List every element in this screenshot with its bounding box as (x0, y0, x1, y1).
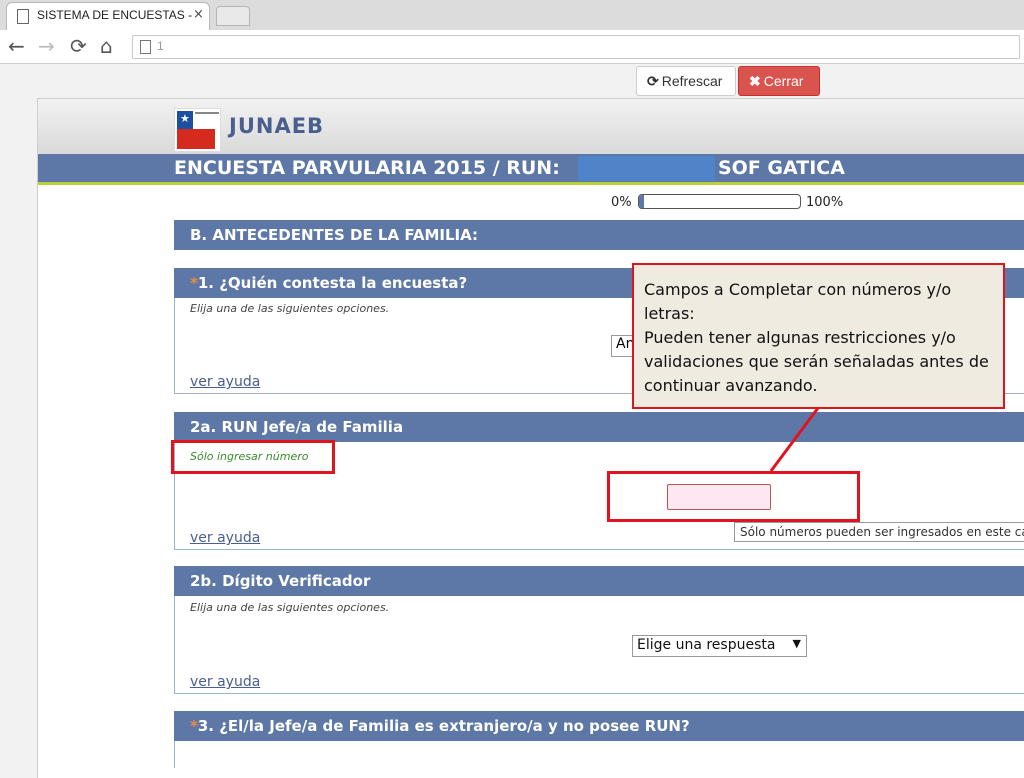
address-url: 1 (157, 39, 164, 53)
close-button[interactable]: ✖ Cerrar (738, 66, 820, 96)
reload-icon[interactable]: ⟳ (70, 34, 87, 58)
progress-bar (638, 194, 801, 209)
survey-title: ENCUESTA PARVULARIA 2015 / RUN: (174, 157, 560, 179)
annotation-help-highlight (171, 440, 335, 474)
question-2b-title: 2b. Dígito Verificador (190, 572, 371, 590)
question-1-help-link[interactable]: ver ayuda (190, 374, 260, 390)
callout-line: letras: (644, 304, 695, 323)
question-3-body (174, 741, 1024, 768)
brand-name: JUNAEB (229, 114, 325, 138)
section-header: B. ANTECEDENTES DE LA FAMILIA: (174, 220, 1024, 250)
forward-arrow-icon[interactable]: → (38, 34, 55, 58)
browser-tab[interactable]: SISTEMA DE ENCUESTAS - × (6, 2, 210, 30)
progress-fill (639, 195, 644, 208)
callout-line: validaciones que serán señaladas antes d… (644, 352, 989, 371)
refresh-icon: ⟳ (647, 73, 659, 89)
question-1-help: Elija una de las siguientes opciones. (190, 302, 390, 315)
verifier-digit-selected: Elige una respuesta (637, 637, 776, 653)
close-icon[interactable]: × (193, 7, 204, 22)
question-2a-title: 2a. RUN Jefe/a de Familia (190, 418, 404, 436)
question-2a-help-link[interactable]: ver ayuda (190, 530, 260, 546)
progress-max-label: 100% (806, 195, 844, 210)
browser-tab-title: SISTEMA DE ENCUESTAS - (37, 8, 193, 22)
close-button-label: Cerrar (763, 73, 804, 89)
question-3-header: *3. ¿El/la Jefe/a de Familia es extranje… (174, 711, 1024, 741)
address-bar[interactable]: 1 (132, 35, 1020, 59)
annotation-input-highlight (607, 471, 860, 522)
back-arrow-icon[interactable]: ← (8, 34, 25, 58)
callout-line: Campos a Completar con números y/o (644, 280, 952, 299)
new-tab-button[interactable] (216, 6, 250, 26)
validation-tooltip: Sólo números pueden ser ingresados en es… (734, 522, 1024, 542)
section-title: B. ANTECEDENTES DE LA FAMILIA: (190, 226, 478, 244)
refresh-button-label: Refrescar (661, 73, 723, 89)
page-icon (17, 9, 29, 24)
progress-min-label: 0% (611, 195, 632, 210)
page-icon (140, 40, 151, 54)
question-2b-body: Elija una de las siguientes opciones. ve… (174, 596, 1024, 694)
callout-line: Pueden tener algunas restricciones y/o (644, 328, 956, 347)
question-2b-help-link[interactable]: ver ayuda (190, 674, 260, 690)
callout-line: continuar avanzando. (644, 376, 818, 395)
annotation-callout: Campos a Completar con números y/o letra… (632, 263, 1005, 409)
refresh-button[interactable]: ⟳ Refrescar (636, 66, 736, 96)
redacted-run (578, 156, 715, 181)
home-icon[interactable]: ⌂ (100, 34, 113, 58)
survey-respondent-name: SOF GATICA (718, 157, 845, 179)
verifier-digit-select[interactable]: Elige una respuesta ▼ (632, 635, 807, 657)
question-2b-help: Elija una de las siguientes opciones. (190, 601, 390, 614)
question-2a-header: 2a. RUN Jefe/a de Familia (174, 412, 1024, 442)
close-icon: ✖ (749, 73, 761, 89)
required-mark: * (190, 717, 198, 735)
question-1-title: 1. ¿Quién contesta la encuesta? (197, 274, 468, 292)
government-logo: ★ (174, 108, 221, 152)
chevron-down-icon: ▼ (792, 637, 801, 650)
required-mark: * (190, 274, 198, 292)
question-3-title: 3. ¿El/la Jefe/a de Familia es extranjer… (197, 717, 690, 735)
question-2b-header: 2b. Dígito Verificador (174, 566, 1024, 596)
